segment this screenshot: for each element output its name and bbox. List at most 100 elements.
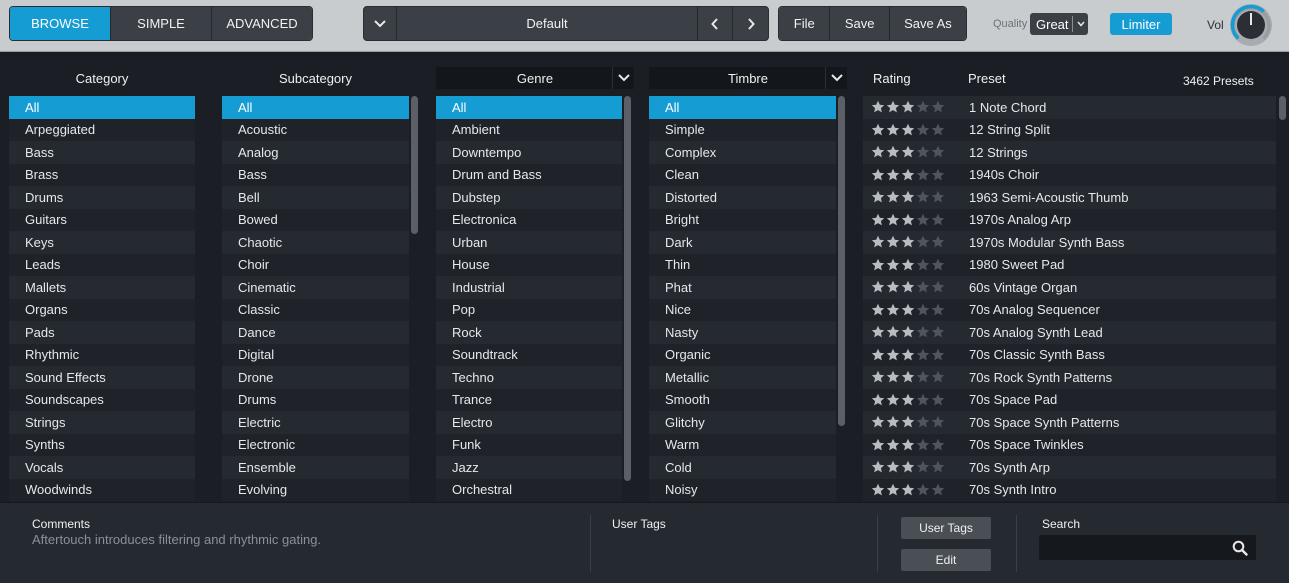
timbre-item-thin[interactable]: Thin <box>649 253 836 276</box>
preset-scroll-thumb[interactable] <box>1279 96 1286 120</box>
star-rating[interactable] <box>863 213 969 227</box>
subcategory-item-all[interactable]: All <box>222 96 409 119</box>
genre-header[interactable]: Genre <box>436 67 634 89</box>
preset-scrollbar[interactable] <box>1277 96 1287 501</box>
save-button[interactable]: Save <box>830 7 890 40</box>
timbre-item-distorted[interactable]: Distorted <box>649 186 836 209</box>
star-filled-icon[interactable] <box>871 100 885 114</box>
star-rating[interactable] <box>863 258 969 272</box>
preset-row[interactable]: 1963 Semi-Acoustic Thumb <box>863 186 1276 209</box>
star-rating[interactable] <box>863 438 969 452</box>
star-filled-icon[interactable] <box>871 325 885 339</box>
subcategory-item-choir[interactable]: Choir <box>222 253 409 276</box>
genre-item-dubstep[interactable]: Dubstep <box>436 186 622 209</box>
star-rating[interactable] <box>863 235 969 249</box>
genre-item-all[interactable]: All <box>436 96 622 119</box>
star-empty-icon[interactable] <box>916 280 930 294</box>
save-as-button[interactable]: Save As <box>889 7 966 40</box>
star-rating[interactable] <box>863 483 969 497</box>
star-empty-icon[interactable] <box>931 213 945 227</box>
star-empty-icon[interactable] <box>931 393 945 407</box>
category-item-bass[interactable]: Bass <box>9 141 195 164</box>
star-filled-icon[interactable] <box>871 213 885 227</box>
star-filled-icon[interactable] <box>901 483 915 497</box>
subcategory-item-acoustic[interactable]: Acoustic <box>222 118 409 141</box>
genre-item-house[interactable]: House <box>436 253 622 276</box>
genre-item-jazz[interactable]: Jazz <box>436 456 622 479</box>
genre-item-orchestral[interactable]: Orchestral <box>436 478 622 501</box>
file-button[interactable]: File <box>779 7 831 40</box>
preset-row[interactable]: 12 String Split <box>863 118 1276 141</box>
star-filled-icon[interactable] <box>886 258 900 272</box>
subcategory-item-ensemble[interactable]: Ensemble <box>222 456 409 479</box>
star-filled-icon[interactable] <box>886 415 900 429</box>
preset-row[interactable]: 70s Space Twinkles <box>863 433 1276 456</box>
star-filled-icon[interactable] <box>871 393 885 407</box>
preset-row[interactable]: 60s Vintage Organ <box>863 276 1276 299</box>
star-filled-icon[interactable] <box>871 483 885 497</box>
star-filled-icon[interactable] <box>886 393 900 407</box>
timbre-item-glitchy[interactable]: Glitchy <box>649 411 836 434</box>
tab-browse[interactable]: BROWSE <box>10 7 111 40</box>
star-empty-icon[interactable] <box>916 460 930 474</box>
genre-item-urban[interactable]: Urban <box>436 231 622 254</box>
subcategory-item-bell[interactable]: Bell <box>222 186 409 209</box>
star-filled-icon[interactable] <box>901 415 915 429</box>
timbre-item-nasty[interactable]: Nasty <box>649 321 836 344</box>
preset-row[interactable]: 1940s Choir <box>863 163 1276 186</box>
subcategory-item-analog[interactable]: Analog <box>222 141 409 164</box>
preset-header[interactable]: Preset <box>968 71 1006 86</box>
star-filled-icon[interactable] <box>886 303 900 317</box>
user-tags-button[interactable]: User Tags <box>901 517 991 539</box>
star-empty-icon[interactable] <box>931 483 945 497</box>
star-filled-icon[interactable] <box>886 325 900 339</box>
preset-row[interactable]: 70s Classic Synth Bass <box>863 343 1276 366</box>
preset-row[interactable]: 70s Synth Arp <box>863 456 1276 479</box>
category-item-sound-effects[interactable]: Sound Effects <box>9 366 195 389</box>
category-item-guitars[interactable]: Guitars <box>9 208 195 231</box>
category-item-keys[interactable]: Keys <box>9 231 195 254</box>
timbre-item-complex[interactable]: Complex <box>649 141 836 164</box>
genre-item-industrial[interactable]: Industrial <box>436 276 622 299</box>
timbre-item-noisy[interactable]: Noisy <box>649 478 836 501</box>
star-rating[interactable] <box>863 190 969 204</box>
star-filled-icon[interactable] <box>871 460 885 474</box>
preset-row[interactable]: 70s Rock Synth Patterns <box>863 366 1276 389</box>
timbre-item-organic[interactable]: Organic <box>649 343 836 366</box>
timbre-item-warm[interactable]: Warm <box>649 433 836 456</box>
subcategory-scroll-thumb[interactable] <box>411 96 418 234</box>
preset-name-display[interactable]: Default <box>397 7 698 40</box>
star-filled-icon[interactable] <box>871 258 885 272</box>
genre-item-electronica[interactable]: Electronica <box>436 208 622 231</box>
star-filled-icon[interactable] <box>871 415 885 429</box>
star-filled-icon[interactable] <box>901 100 915 114</box>
category-item-mallets[interactable]: Mallets <box>9 276 195 299</box>
star-filled-icon[interactable] <box>901 460 915 474</box>
genre-item-drum-and-bass[interactable]: Drum and Bass <box>436 163 622 186</box>
star-filled-icon[interactable] <box>901 145 915 159</box>
timbre-item-nice[interactable]: Nice <box>649 298 836 321</box>
star-filled-icon[interactable] <box>871 348 885 362</box>
timbre-item-dark[interactable]: Dark <box>649 231 836 254</box>
star-filled-icon[interactable] <box>886 348 900 362</box>
star-empty-icon[interactable] <box>916 100 930 114</box>
star-filled-icon[interactable] <box>886 438 900 452</box>
timbre-scroll-thumb[interactable] <box>838 96 845 426</box>
star-empty-icon[interactable] <box>931 303 945 317</box>
preset-row[interactable]: 1980 Sweet Pad <box>863 253 1276 276</box>
star-rating[interactable] <box>863 460 969 474</box>
preset-row[interactable]: 70s Synth Intro <box>863 478 1276 501</box>
rating-header[interactable]: Rating <box>873 71 911 86</box>
star-filled-icon[interactable] <box>886 190 900 204</box>
star-filled-icon[interactable] <box>871 235 885 249</box>
subcategory-scrollbar[interactable] <box>409 96 419 501</box>
star-empty-icon[interactable] <box>916 303 930 317</box>
genre-item-soundtrack[interactable]: Soundtrack <box>436 343 622 366</box>
star-empty-icon[interactable] <box>931 370 945 384</box>
subcategory-item-drone[interactable]: Drone <box>222 366 409 389</box>
star-empty-icon[interactable] <box>916 393 930 407</box>
star-filled-icon[interactable] <box>886 145 900 159</box>
star-empty-icon[interactable] <box>931 190 945 204</box>
genre-item-funk[interactable]: Funk <box>436 433 622 456</box>
star-rating[interactable] <box>863 145 969 159</box>
